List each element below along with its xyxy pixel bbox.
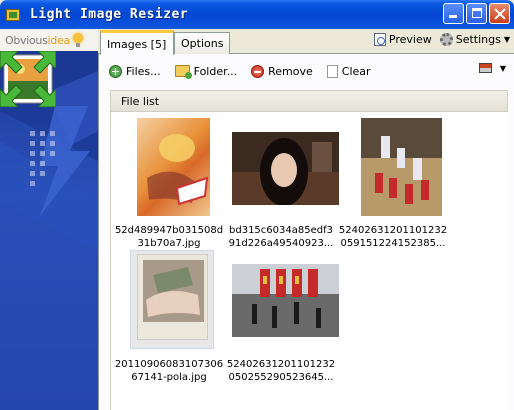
remove-button[interactable]: Remove xyxy=(251,64,313,78)
thumbnail-image xyxy=(137,118,210,216)
toolbar: Files... Folder... Remove Clear xyxy=(109,62,509,80)
list-item[interactable]: 52d489947b031508d 31b70a7.jpg xyxy=(114,118,224,258)
add-files-button[interactable]: Files... xyxy=(109,64,161,78)
thumbnail-image xyxy=(232,264,339,337)
folder-icon xyxy=(174,65,192,79)
clear-icon xyxy=(326,64,338,78)
list-item[interactable]: 52402631201101232 059151224152385... xyxy=(338,118,448,258)
preview-button[interactable]: Preview xyxy=(373,33,432,46)
lightbulb-icon xyxy=(72,32,84,48)
list-item[interactable]: 52402631201101232 050255290523645... xyxy=(226,250,339,390)
list-item[interactable]: 20110906083107306 67141-pola.jpg xyxy=(114,250,224,390)
tab-options[interactable]: Options xyxy=(174,32,230,54)
brand-logo: Obviousidea xyxy=(0,29,98,51)
view-mode-menu[interactable]: ▼ xyxy=(478,63,506,73)
thumbnail-image xyxy=(232,132,339,205)
tab-images[interactable]: Images [5] xyxy=(100,30,174,55)
add-icon xyxy=(109,64,122,78)
tab-bar: Images [5] Options Preview Settings ▼ xyxy=(98,29,514,55)
side-banner xyxy=(0,51,98,410)
file-list-header: File list xyxy=(110,90,508,112)
chevron-down-icon: ▼ xyxy=(499,63,506,73)
remove-icon xyxy=(251,64,265,78)
window-title: Light Image Resizer xyxy=(30,7,189,22)
thumbnail-image xyxy=(137,254,208,340)
close-button[interactable] xyxy=(489,3,510,24)
gear-icon xyxy=(439,33,453,46)
app-icon xyxy=(6,7,22,23)
thumbnail-image xyxy=(361,118,442,216)
chevron-down-icon: ▼ xyxy=(503,35,510,44)
resize-logo-icon xyxy=(0,51,56,107)
preview-icon xyxy=(373,33,386,46)
add-folder-button[interactable]: Folder... xyxy=(174,65,237,79)
settings-menu[interactable]: Settings ▼ xyxy=(439,33,510,46)
minimize-button[interactable] xyxy=(443,3,464,24)
title-bar[interactable]: Light Image Resizer xyxy=(0,0,514,29)
maximize-button[interactable] xyxy=(466,3,487,24)
minimize-icon xyxy=(449,15,457,18)
file-list[interactable]: 52d489947b031508d 31b70a7.jpg bd315c6034… xyxy=(110,112,508,410)
clear-button[interactable]: Clear xyxy=(326,64,371,78)
thumbnail-view-icon xyxy=(478,63,492,73)
list-item[interactable]: bd315c6034a85edf3 91d226a49540923... xyxy=(226,118,339,258)
maximize-icon xyxy=(472,8,482,18)
